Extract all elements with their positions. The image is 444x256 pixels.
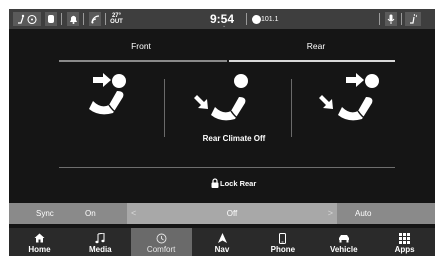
voice-command-button[interactable] <box>385 12 397 26</box>
nav-apps[interactable]: Apps <box>374 228 435 256</box>
tab-rear[interactable]: Rear <box>256 41 376 51</box>
rear-right-seat-button[interactable] <box>314 69 434 139</box>
notifications-button[interactable] <box>67 12 79 26</box>
home-icon <box>34 231 45 245</box>
seat-heat-icon <box>410 14 417 24</box>
wireless-button[interactable] <box>89 12 101 26</box>
seat-divider <box>164 79 165 137</box>
lock-icon <box>211 178 219 188</box>
seat-airflow-both-icon <box>319 73 379 121</box>
divider <box>61 13 62 25</box>
sync-toggle[interactable]: On <box>85 209 96 218</box>
nav-media-label: Media <box>88 245 112 254</box>
sync-label: Sync <box>36 209 54 218</box>
apps-grid-icon <box>399 231 411 245</box>
seat-airflow-lower-icon <box>194 74 248 121</box>
heated-seat-steering-button[interactable] <box>13 12 41 26</box>
tab-rear-underline <box>229 60 395 62</box>
status-toggle-button[interactable] <box>45 12 57 26</box>
rear-left-seat-button[interactable] <box>69 69 189 139</box>
nav-vehicle[interactable]: Vehicle <box>313 228 374 256</box>
indicator-icon <box>48 15 54 23</box>
nav-media[interactable]: Media <box>70 228 131 256</box>
bottom-nav: Home Media Comfort Nav Phone Vehicle App… <box>9 228 435 256</box>
divider <box>105 13 106 25</box>
nav-comfort-label: Comfort <box>146 245 176 254</box>
heated-seat-icon <box>18 14 37 24</box>
seat-airflow-upper-icon <box>89 73 126 115</box>
navigation-arrow-icon <box>217 231 227 245</box>
divider <box>401 13 402 25</box>
radio-source-icon <box>252 15 261 24</box>
nav-vehicle-label: Vehicle <box>329 245 358 254</box>
divider <box>83 13 84 25</box>
outside-temp-label: OUT <box>110 19 123 25</box>
music-note-icon <box>95 231 105 245</box>
fan-speed-value: Off <box>226 209 238 218</box>
nav-apps-label: Apps <box>394 245 415 254</box>
rear-climate-status: Rear Climate Off <box>202 134 266 143</box>
seat-divider <box>291 79 292 137</box>
divider <box>246 13 247 25</box>
section-divider <box>59 167 395 168</box>
status-bar: 27° OUT 9:54 ⌄ 101.1 <box>9 9 435 29</box>
nav-navigation-label: Nav <box>214 245 230 254</box>
nav-phone[interactable]: Phone <box>252 228 313 256</box>
nav-home[interactable]: Home <box>9 228 70 256</box>
lock-rear-button[interactable]: Lock Rear <box>211 178 256 188</box>
outside-temperature: 27° OUT <box>109 12 124 26</box>
comfort-icon <box>156 231 167 245</box>
tab-front-underline <box>59 60 227 62</box>
chevron-right-icon[interactable]: > <box>328 208 333 218</box>
auto-button[interactable]: Auto <box>355 209 371 218</box>
car-icon <box>338 231 350 245</box>
nav-home-label: Home <box>28 245 51 254</box>
chevron-down-icon[interactable]: ⌄ <box>222 24 226 29</box>
lock-rear-label: Lock Rear <box>220 178 257 188</box>
phone-icon <box>279 231 287 245</box>
fan-speed-slider[interactable]: < Off > <box>127 203 337 224</box>
bell-icon <box>69 15 77 24</box>
microphone-icon <box>387 14 395 24</box>
signal-icon <box>90 14 99 23</box>
radio-station: 101.1 <box>261 16 279 23</box>
comfort-screen: 27° OUT 9:54 ⌄ 101.1 Front Rear Rear Cli… <box>9 9 435 256</box>
divider <box>379 13 380 25</box>
nav-navigation[interactable]: Nav <box>192 228 253 256</box>
tab-front[interactable]: Front <box>81 41 201 51</box>
nav-comfort[interactable]: Comfort <box>130 228 192 256</box>
nav-phone-label: Phone <box>270 245 296 254</box>
heated-steering-button[interactable] <box>405 12 421 26</box>
